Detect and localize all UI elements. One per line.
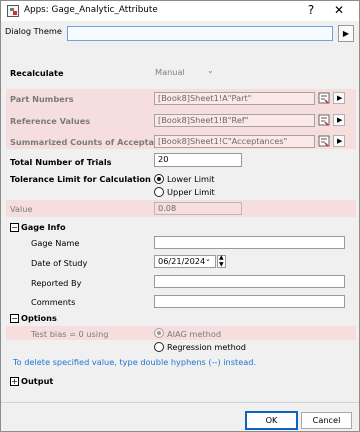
regression-method-label: Regression method xyxy=(167,342,247,352)
comments-input[interactable] xyxy=(154,295,345,308)
dialog-theme-label: Dialog Theme xyxy=(5,26,62,36)
test-bias-label: Test bias = 0 using xyxy=(31,329,109,339)
output-expand-icon[interactable]: + xyxy=(10,377,19,386)
recalculate-value: Manual xyxy=(155,67,185,77)
upper-limit-label: Upper Limit xyxy=(167,187,215,197)
play-icon: ▶ xyxy=(337,94,343,102)
calendar-dropdown-icon[interactable]: ⌄ xyxy=(205,255,211,263)
reference-values-input[interactable]: [Book8]Sheet1!B"Ref" xyxy=(154,114,315,127)
ok-button[interactable]: OK xyxy=(245,411,298,430)
aiag-method-label: AIAG method xyxy=(167,329,222,339)
reference-values-label: Reference Values xyxy=(10,116,91,126)
footer-divider xyxy=(1,402,359,403)
spinner-up-icon[interactable]: ▲ xyxy=(219,254,224,261)
value-input[interactable]: 0.08 xyxy=(154,202,242,215)
select-range-icon[interactable] xyxy=(318,92,331,105)
select-range-icon[interactable] xyxy=(318,135,331,148)
theme-menu-arrow-icon[interactable]: ▶ xyxy=(338,25,354,42)
dialog-window: Apps: Gage_Analytic_Attribute ? ✕ Dialog… xyxy=(0,0,360,432)
tolerance-label: Tolerance Limit for Calculation xyxy=(10,174,151,184)
regression-method-radio[interactable] xyxy=(154,342,164,352)
trials-input[interactable]: 20 xyxy=(154,153,242,167)
summarized-counts-label: Summarized Counts of Acceptances xyxy=(10,137,176,147)
options-header: Options xyxy=(21,313,57,323)
help-icon[interactable]: ? xyxy=(303,2,319,19)
reference-values-menu-button[interactable]: ▶ xyxy=(333,114,345,126)
value-label: Value xyxy=(10,204,33,214)
app-icon xyxy=(7,5,19,17)
comments-label: Comments xyxy=(31,297,76,307)
gage-info-header: Gage Info xyxy=(21,222,66,232)
output-header: Output xyxy=(21,376,54,386)
upper-limit-radio[interactable] xyxy=(154,187,164,197)
chevron-down-icon: ⌄ xyxy=(207,66,214,75)
lower-limit-label: Lower Limit xyxy=(167,174,215,184)
trials-label: Total Number of Trials xyxy=(10,157,112,167)
dialog-theme-input[interactable] xyxy=(67,26,333,41)
part-numbers-label: Part Numbers xyxy=(10,94,74,104)
reported-by-input[interactable] xyxy=(154,275,345,288)
part-numbers-input[interactable]: [Book8]Sheet1!A"Part" xyxy=(154,92,315,105)
aiag-method-radio[interactable] xyxy=(154,328,164,338)
close-icon[interactable]: ✕ xyxy=(328,2,350,19)
options-collapse-icon[interactable]: − xyxy=(10,314,19,323)
recalculate-select[interactable]: Manual ⌄ xyxy=(155,66,220,80)
select-range-icon[interactable] xyxy=(318,114,331,127)
delete-value-note: To delete specified value, type double h… xyxy=(13,357,257,367)
part-numbers-menu-button[interactable]: ▶ xyxy=(333,92,345,104)
recalculate-label: Recalculate xyxy=(10,68,64,78)
date-spinner[interactable]: ▲ ▼ xyxy=(217,254,226,268)
summarized-counts-menu-button[interactable]: ▶ xyxy=(333,135,345,147)
gage-info-collapse-icon[interactable]: − xyxy=(10,223,19,232)
gage-name-label: Gage Name xyxy=(31,238,80,248)
play-icon: ▶ xyxy=(337,137,343,145)
window-title: Apps: Gage_Analytic_Attribute xyxy=(24,5,158,15)
title-bar: Apps: Gage_Analytic_Attribute ? ✕ xyxy=(1,1,359,21)
reported-by-label: Reported By xyxy=(31,278,82,288)
spinner-down-icon[interactable]: ▼ xyxy=(219,261,224,268)
cancel-button[interactable]: Cancel xyxy=(301,412,352,429)
play-icon: ▶ xyxy=(337,116,343,124)
gage-name-input[interactable] xyxy=(154,236,345,249)
lower-limit-radio[interactable] xyxy=(154,174,164,184)
date-of-study-label: Date of Study xyxy=(31,258,88,268)
summarized-counts-input[interactable]: [Book8]Sheet1!C"Acceptances" xyxy=(154,135,315,148)
